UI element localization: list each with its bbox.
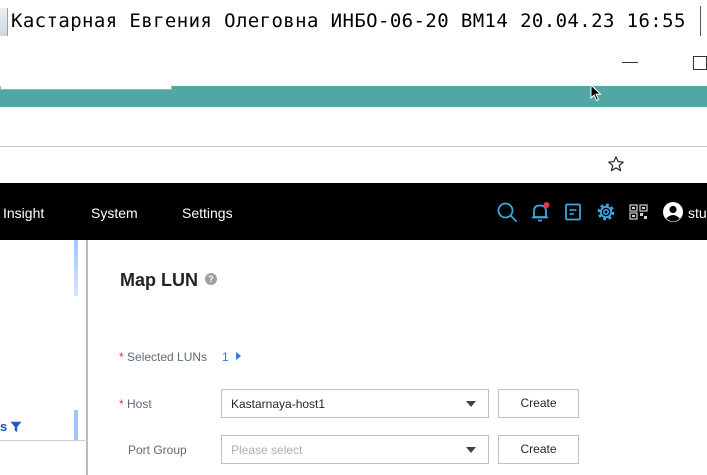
window-edge xyxy=(0,8,8,36)
expand-arrow-icon[interactable] xyxy=(236,352,241,360)
help-icon[interactable]: ? xyxy=(205,273,217,285)
qr-code-icon[interactable] xyxy=(628,201,650,223)
dropdown-arrow-icon xyxy=(466,447,476,453)
host-label-text: Host xyxy=(127,397,152,411)
left-panel-accent xyxy=(74,410,78,440)
bookmark-star-icon[interactable] xyxy=(607,155,625,173)
port-group-label: Port Group xyxy=(128,443,187,457)
maximize-icon[interactable] xyxy=(693,56,707,70)
nav-item-settings[interactable]: Settings xyxy=(182,204,233,222)
watermark-bar: Кастарная Евгения Олеговна ИНБО-06-20 ВМ… xyxy=(0,0,707,42)
browser-toolbar xyxy=(0,107,707,147)
filter-icon[interactable] xyxy=(10,421,22,433)
task-icon[interactable] xyxy=(562,201,584,223)
user-name[interactable]: stu xyxy=(688,204,707,222)
port-group-select[interactable]: Please select xyxy=(221,435,489,464)
left-panel-accent xyxy=(74,240,78,296)
dialog-title: Map LUN xyxy=(120,270,198,290)
host-select[interactable]: Kastarnaya-host1 xyxy=(221,389,489,418)
address-bar-row xyxy=(0,147,707,183)
mouse-pointer-icon xyxy=(590,84,602,102)
nav-item-system[interactable]: System xyxy=(91,204,138,222)
create-port-group-button[interactable]: Create xyxy=(498,435,579,464)
browser-tab[interactable] xyxy=(0,86,172,90)
host-label: * Host xyxy=(119,396,152,412)
watermark-text: Кастарная Евгения Олеговна ИНБО-06-20 ВМ… xyxy=(11,10,686,32)
port-group-placeholder: Please select xyxy=(231,443,303,457)
bell-icon[interactable] xyxy=(529,201,551,223)
column-header-label: s xyxy=(0,419,8,434)
divider xyxy=(0,440,88,441)
user-avatar-icon[interactable] xyxy=(662,201,684,223)
selected-luns-count[interactable]: 1 xyxy=(222,349,229,365)
search-icon[interactable] xyxy=(496,201,518,223)
minimize-icon[interactable] xyxy=(622,62,638,63)
required-mark: * xyxy=(119,350,124,364)
selected-luns-text: Selected LUNs xyxy=(127,350,208,364)
screen: Кастарная Евгения Олеговна ИНБО-06-20 ВМ… xyxy=(0,0,707,475)
window-edge xyxy=(700,6,707,36)
required-mark: * xyxy=(119,397,124,411)
host-select-value: Kastarnaya-host1 xyxy=(231,397,326,411)
window-titlebar xyxy=(0,42,707,86)
selected-luns-label: * Selected LUNs xyxy=(119,349,207,365)
nav-item-insight[interactable]: Insight xyxy=(3,204,44,222)
dropdown-arrow-icon xyxy=(466,401,476,407)
create-host-button[interactable]: Create xyxy=(498,389,579,418)
gear-icon[interactable] xyxy=(595,201,617,223)
